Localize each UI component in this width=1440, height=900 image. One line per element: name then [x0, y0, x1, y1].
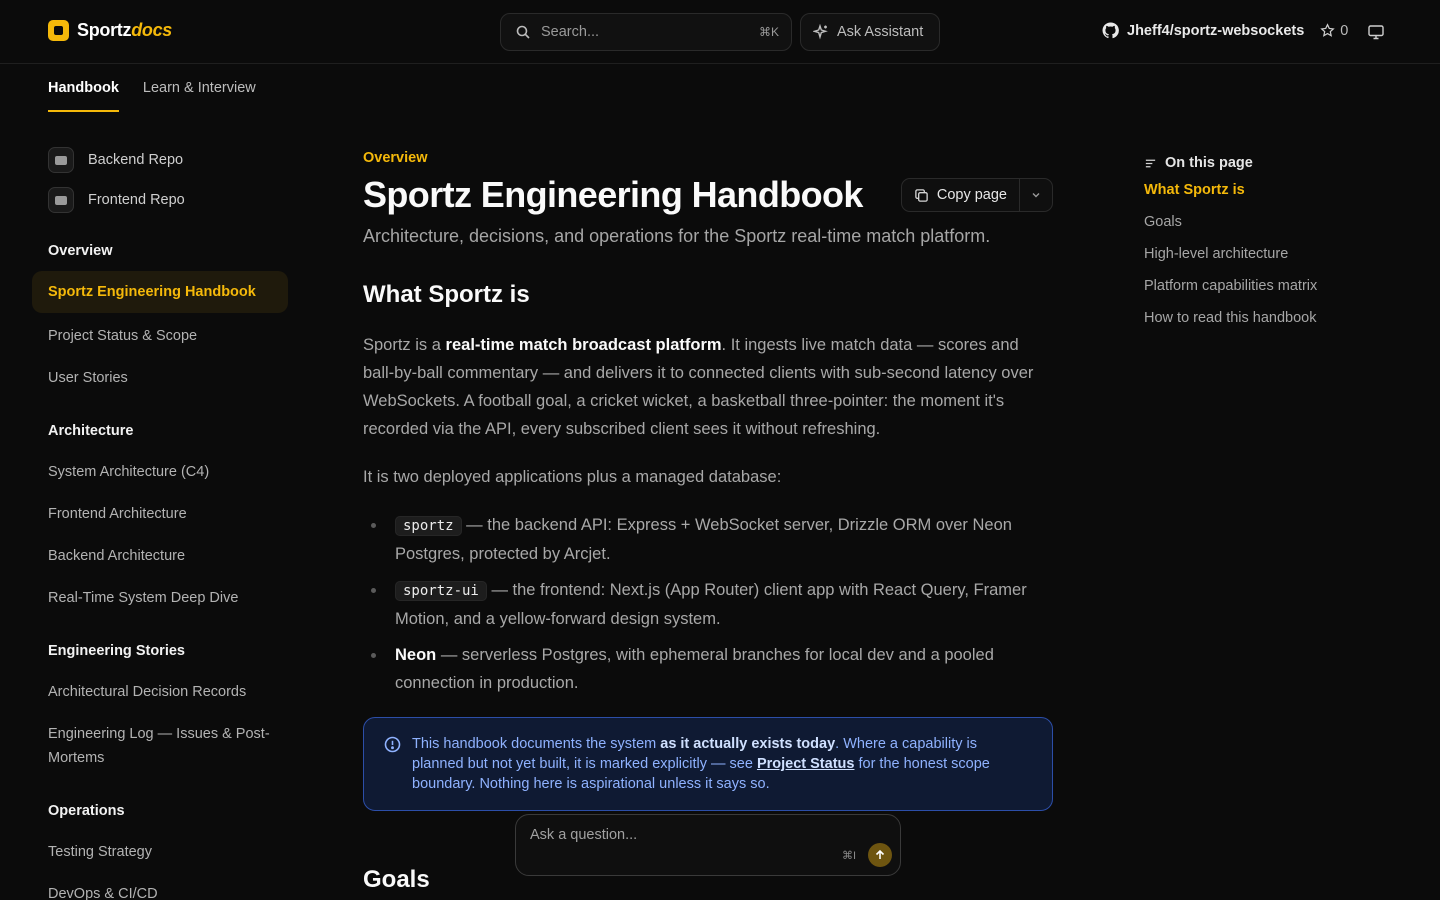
copy-options-dropdown[interactable] [1020, 179, 1052, 211]
sidebar-item-user-stories[interactable]: User Stories [32, 357, 288, 399]
main-content: Overview Sportz Engineering Handbook Cop… [363, 150, 1053, 811]
sidebar-item-project-status[interactable]: Project Status & Scope [32, 315, 288, 357]
server-icon [48, 147, 74, 173]
arrow-up-icon [875, 849, 885, 859]
logo-mark-icon [48, 20, 69, 41]
heading-what-sportz-is: What Sportz is [363, 281, 530, 308]
page-subtitle: Architecture, decisions, and operations … [363, 226, 991, 246]
top-tabs: Handbook Learn & Interview [48, 64, 256, 112]
ask-assistant-button[interactable]: Ask Assistant [800, 13, 940, 51]
search-icon [516, 25, 530, 39]
ask-question-input[interactable]: Ask a question... [530, 827, 637, 843]
list-item: sportz-ui — the frontend: Next.js (App R… [363, 576, 1053, 633]
sidebar-item-backend-architecture[interactable]: Backend Architecture [32, 535, 288, 577]
send-button[interactable] [868, 843, 892, 867]
list-item: sportz — the backend API: Express + WebS… [363, 511, 1053, 568]
toc-header: On this page [1144, 155, 1374, 171]
top-bar: Sportzdocs Search... ⌘K Ask Assistant Jh… [0, 0, 1440, 64]
toc-item-goals[interactable]: Goals [1144, 213, 1374, 232]
sidebar-item-handbook[interactable]: Sportz Engineering Handbook [32, 271, 288, 313]
sidebar-section-engineering-stories: Engineering Stories [48, 643, 185, 659]
project-status-link[interactable]: Project Status [757, 756, 855, 772]
sidebar-item-testing-strategy[interactable]: Testing Strategy [32, 831, 288, 873]
sidebar-item-devops[interactable]: DevOps & CI/CD [32, 873, 288, 900]
tab-handbook[interactable]: Handbook [48, 64, 119, 112]
info-icon [384, 736, 401, 753]
page-title: Sportz Engineering Handbook [363, 174, 863, 215]
sidebar-section-overview: Overview [48, 243, 113, 259]
tab-learn-interview[interactable]: Learn & Interview [143, 64, 256, 112]
ask-shortcut: ⌘I [842, 850, 857, 862]
sidebar: Backend Repo Frontend Repo Overview Spor… [32, 140, 288, 900]
toc-item-how-to-read[interactable]: How to read this handbook [1144, 309, 1374, 328]
intro-paragraph: Sportz is a real-time match broadcast pl… [363, 336, 1034, 438]
heading-goals: Goals [363, 866, 430, 893]
sidebar-item-system-architecture[interactable]: System Architecture (C4) [32, 451, 288, 493]
search-placeholder: Search... [541, 24, 600, 40]
breadcrumb[interactable]: Overview [363, 150, 1053, 166]
sidebar-item-engineering-log[interactable]: Engineering Log — Issues & Post-Mortems [32, 713, 288, 779]
copy-page-main[interactable]: Copy page [902, 179, 1020, 211]
search-button[interactable]: Search... ⌘K [500, 13, 792, 51]
info-callout: This handbook documents the system as it… [363, 717, 1053, 811]
toc-item-what-sportz-is[interactable]: What Sportz is [1144, 181, 1374, 200]
ask-question-box[interactable]: Ask a question... ⌘I [515, 814, 901, 876]
github-icon [1102, 22, 1119, 39]
copy-icon [915, 188, 928, 202]
copy-page-button[interactable]: Copy page [900, 178, 1053, 212]
sidebar-item-frontend-architecture[interactable]: Frontend Architecture [32, 493, 288, 535]
toc-item-high-level-architecture[interactable]: High-level architecture [1144, 245, 1374, 264]
table-of-contents: On this page What Sportz is Goals High-l… [1144, 155, 1374, 328]
sidebar-item-adr[interactable]: Architectural Decision Records [32, 671, 288, 713]
apps-list: sportz — the backend API: Express + WebS… [363, 511, 1053, 697]
sidebar-item-realtime-deep-dive[interactable]: Real-Time System Deep Dive [32, 577, 288, 619]
repo-name: Jheff4/sportz-websockets [1127, 22, 1305, 39]
window-icon [48, 187, 74, 213]
sidebar-section-architecture: Architecture [48, 423, 134, 439]
monitor-icon[interactable] [1367, 23, 1385, 41]
chevron-down-icon [1032, 193, 1040, 198]
sparkle-icon [813, 24, 828, 40]
sidebar-frontend-repo[interactable]: Frontend Repo [32, 180, 288, 220]
list-icon [1145, 159, 1156, 167]
star-icon [1320, 23, 1335, 37]
sidebar-section-operations: Operations [48, 803, 125, 819]
star-count: 0 [1320, 23, 1348, 39]
logo-text: Sportzdocs [77, 20, 173, 40]
apps-paragraph: It is two deployed applications plus a m… [363, 468, 782, 486]
list-item: Neon — serverless Postgres, with ephemer… [363, 641, 1053, 697]
search-shortcut: ⌘K [758, 25, 779, 39]
logo[interactable]: Sportzdocs [48, 20, 172, 41]
ask-assistant-label: Ask Assistant [837, 24, 924, 40]
sidebar-backend-repo[interactable]: Backend Repo [32, 140, 288, 180]
github-repo-link[interactable]: Jheff4/sportz-websockets 0 [1102, 22, 1348, 39]
toc-item-capabilities-matrix[interactable]: Platform capabilities matrix [1144, 277, 1374, 296]
